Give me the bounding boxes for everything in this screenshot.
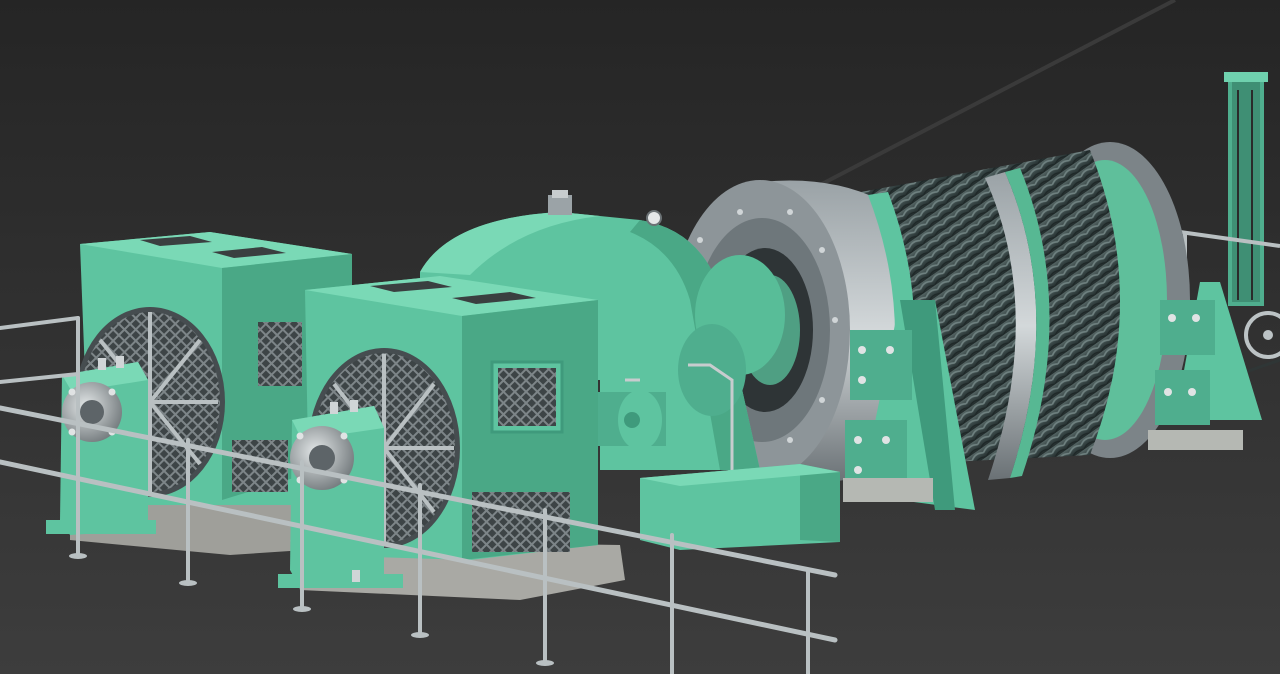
motor-front [278,276,625,600]
shaft-coupling [596,390,666,450]
hoist-scene [0,0,1280,674]
render-viewport [0,0,1280,674]
